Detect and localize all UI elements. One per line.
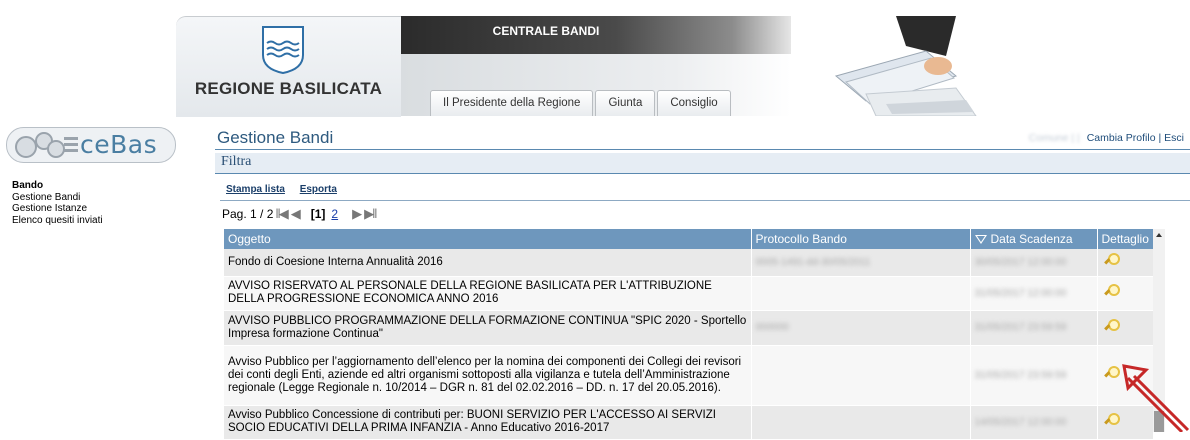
region-logo-box: REGIONE BASILICATA xyxy=(176,16,401,117)
cell-oggetto: Fondo di Coesione Interna Annualità 2016 xyxy=(224,249,752,277)
page-title: Gestione Bandi xyxy=(217,128,334,147)
table-row: AVVISO RISERVATO AL PERSONALE DELLA REGI… xyxy=(224,276,1154,311)
cell-protocollo: 0005-1491-dd-30/05/2011 xyxy=(751,249,971,277)
cell-oggetto: AVVISO PUBBLICO PROGRAMMAZIONE DELLA FOR… xyxy=(224,310,752,346)
cell-oggetto: Avviso Pubblico per l’aggiornamento dell… xyxy=(224,345,752,406)
sidebar-section-title: Bando xyxy=(12,180,44,191)
last-page-icon[interactable]: ▶‖ xyxy=(364,206,377,222)
table-row: Avviso Pubblico per l’aggiornamento dell… xyxy=(224,345,1154,406)
prev-page-icon[interactable]: ◀ xyxy=(291,206,301,222)
cell-oggetto: Avviso Pubblico Concessione di contribut… xyxy=(224,405,752,440)
table-row: Fondo di Coesione Interna Annualità 2016… xyxy=(224,249,1154,277)
page-2-link[interactable]: 2 xyxy=(331,207,338,221)
print-list-link[interactable]: Stampa lista xyxy=(226,184,285,195)
sidebar-item-gestione-bandi[interactable]: Gestione Bandi xyxy=(12,192,103,204)
table-row: AVVISO PUBBLICO PROGRAMMAZIONE DELLA FOR… xyxy=(224,310,1154,346)
banner-tabs: Il Presidente della Regione Giunta Consi… xyxy=(430,90,733,116)
title-divider xyxy=(215,149,1190,150)
column-header-oggetto[interactable]: Oggetto xyxy=(224,229,752,249)
user-links: Comune | | Cambia Profilo | Esci xyxy=(1029,132,1184,144)
table-row: Avviso Pubblico Concessione di contribut… xyxy=(224,405,1154,440)
app-name: ceBas xyxy=(80,130,158,159)
links-separator: | xyxy=(1158,132,1162,144)
tab-giunta[interactable]: Giunta xyxy=(595,90,656,116)
cell-protocollo: 000000 xyxy=(751,310,971,346)
cell-scadenza: 31/05/2017 23:59:59 xyxy=(970,310,1098,346)
change-profile-link[interactable]: Cambia Profilo xyxy=(1087,132,1156,144)
pager: Pag. 1 / 2 ‖◀ ◀ [1] 2 ▶ ▶‖ xyxy=(222,206,378,222)
bandi-table: Oggetto Protocollo Bando Data Scadenza D… xyxy=(224,229,1154,440)
portal-title: CENTRALE BANDI xyxy=(492,24,600,38)
sort-desc-icon xyxy=(974,235,987,245)
region-emblem-icon xyxy=(262,26,304,75)
user-name-blurred: Comune | | xyxy=(1028,132,1080,144)
cell-protocollo xyxy=(751,276,971,311)
region-name: REGIONE BASILICATA xyxy=(194,79,383,98)
cell-scadenza: 30/05/2017 12:00:00 xyxy=(970,249,1098,277)
filter-toggle[interactable]: Filtra xyxy=(221,154,251,170)
red-arrow-icon xyxy=(1122,364,1190,432)
column-header-scadenza-label: Data Scadenza xyxy=(990,232,1073,246)
magnifier-icon[interactable] xyxy=(1103,412,1120,428)
list-actions: Stampa lista Esporta xyxy=(226,184,349,195)
cell-dettaglio xyxy=(1097,310,1154,346)
first-page-icon[interactable]: ‖◀ xyxy=(275,206,288,222)
exit-link[interactable]: Esci xyxy=(1164,132,1184,144)
scadenza-blurred: 31/05/2017 23:59:59 xyxy=(974,322,1067,333)
scroll-up-icon[interactable] xyxy=(1156,233,1162,237)
sidebar-item-gestione-istanze[interactable]: Gestione Istanze xyxy=(12,203,103,215)
export-link[interactable]: Esporta xyxy=(300,184,337,195)
scadenza-blurred: 31/05/2017 12:00:00 xyxy=(974,287,1067,299)
next-page-icon[interactable]: ▶ xyxy=(352,206,362,222)
column-header-scadenza[interactable]: Data Scadenza xyxy=(970,229,1098,249)
cell-oggetto: AVVISO RISERVATO AL PERSONALE DELLA REGI… xyxy=(224,276,752,311)
scadenza-blurred: 30/05/2017 12:00:00 xyxy=(974,256,1067,268)
current-page: [1] xyxy=(310,207,326,221)
scadenza-blurred: 31/05/2017 23:59:59 xyxy=(974,369,1067,381)
magnifier-icon[interactable] xyxy=(1103,318,1120,334)
header-banner: REGIONE BASILICATA CENTRALE BANDI Il Pre… xyxy=(176,16,984,117)
protocollo-blurred: 000000 xyxy=(755,322,789,333)
cell-scadenza: 31/05/2017 23:59:59 xyxy=(970,345,1098,406)
scadenza-blurred: 14/05/2017 12:00:00 xyxy=(974,416,1067,428)
magnifier-icon[interactable] xyxy=(1103,365,1120,381)
cell-protocollo xyxy=(751,405,971,440)
actions-divider xyxy=(220,200,1190,201)
cell-dettaglio xyxy=(1097,249,1154,277)
cell-scadenza: 31/05/2017 12:00:00 xyxy=(970,276,1098,311)
magnifier-icon[interactable] xyxy=(1103,252,1120,268)
protocollo-blurred: 0005-1491-dd-30/05/2011 xyxy=(755,256,871,268)
cell-protocollo xyxy=(751,345,971,406)
column-header-protocollo[interactable]: Protocollo Bando xyxy=(751,229,971,249)
magnifier-icon[interactable] xyxy=(1103,283,1120,299)
cell-scadenza: 14/05/2017 12:00:00 xyxy=(970,405,1098,440)
column-header-dettaglio: Dettaglio xyxy=(1097,229,1154,249)
hands-documents-photo xyxy=(806,16,984,116)
sidebar-item-elenco-quesiti[interactable]: Elenco quesiti inviati xyxy=(12,215,103,227)
sidebar-menu: Bando Gestione Bandi Gestione Istanze El… xyxy=(12,180,103,226)
filter-bar: Filtra xyxy=(215,153,1190,174)
table-header-row: Oggetto Protocollo Bando Data Scadenza D… xyxy=(224,229,1154,249)
tab-presidente[interactable]: Il Presidente della Regione xyxy=(430,90,594,116)
page-info: Pag. 1 / 2 xyxy=(222,207,274,221)
cell-dettaglio xyxy=(1097,276,1154,311)
tab-consiglio[interactable]: Consiglio xyxy=(657,90,731,116)
